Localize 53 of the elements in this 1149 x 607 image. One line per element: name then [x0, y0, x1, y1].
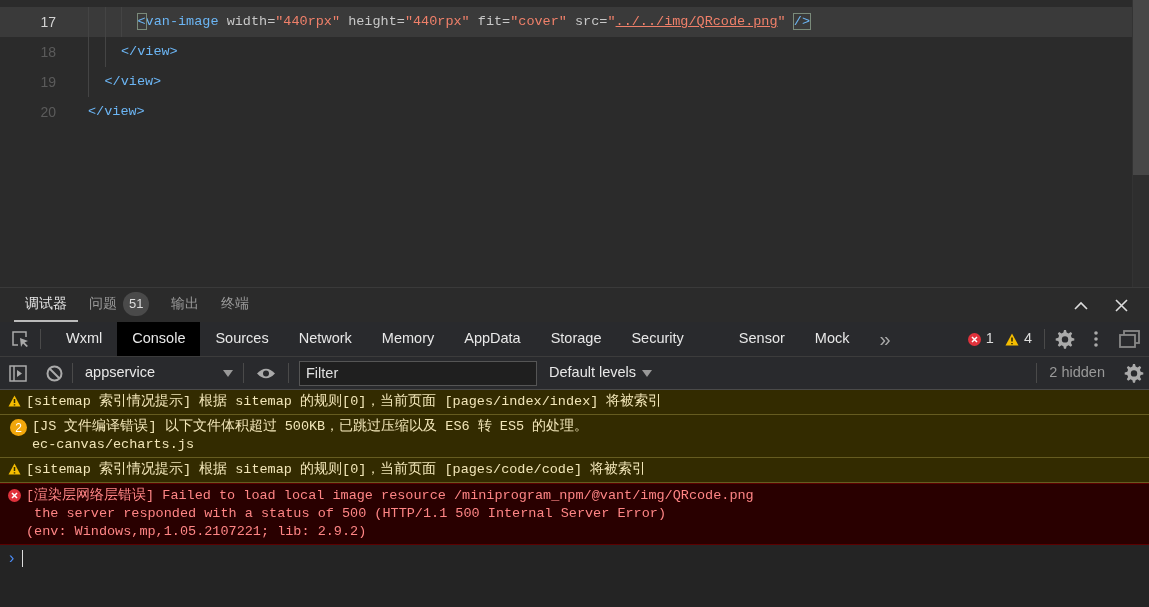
message-text: ec-canvas/echarts.js	[32, 436, 196, 454]
code-line: </view>	[121, 42, 178, 61]
message-text: (env: Windows,mp,1.05.2107221; lib: 2.9.2)	[26, 523, 368, 541]
settings-icon[interactable]	[1053, 328, 1075, 350]
message-text: [JS 文件编译错误] 以下文件体积超过 500KB，已跳过压缩以及 ES6 转 ES5 的处理。	[32, 418, 589, 436]
prompt-chevron: ›	[9, 548, 15, 568]
scrollbar[interactable]	[1132, 0, 1149, 287]
message-text: [sitemap 索引情况提示] 根据 sitemap 的规则[0]，当前页面 [pages/code/code] 将被索引	[26, 461, 647, 479]
devtools-tab[interactable]: Memory	[366, 322, 450, 356]
code-line: </view>	[104, 72, 162, 91]
settings-icon[interactable]	[1122, 362, 1144, 384]
devtools-tab[interactable]: Storage	[535, 322, 617, 356]
message-text: [sitemap 索引情况提示] 根据 sitemap 的规则[0]，当前页面 [pages/index/index] 将被索引	[26, 393, 663, 411]
devtools-tab[interactable]: Console	[117, 322, 201, 356]
devtools-tab[interactable]: Wxml	[51, 322, 118, 356]
warning-count: 4	[1023, 329, 1032, 349]
close-icon[interactable]	[1114, 298, 1128, 312]
panel-tab[interactable]: 输出	[160, 288, 211, 322]
warning-icon	[8, 463, 21, 475]
code-line: </view>	[88, 102, 145, 121]
clear-icon[interactable]	[45, 364, 63, 382]
text-cursor	[22, 549, 24, 567]
windows-icon[interactable]	[1118, 330, 1140, 348]
devtools-tab[interactable]: Sensor	[698, 322, 800, 356]
filter-field[interactable]: Filter	[299, 360, 537, 386]
caret-icon	[642, 369, 653, 377]
panel-tab[interactable]: 终端	[210, 288, 261, 322]
sidebar-toggle-icon[interactable]	[9, 364, 27, 382]
devtools-tab[interactable]: Sources	[200, 322, 284, 356]
inspect-icon[interactable]	[10, 330, 30, 348]
chevron-up-icon[interactable]	[1074, 300, 1088, 310]
devtools-tab[interactable]: Security	[616, 322, 699, 356]
error-count: 1	[985, 329, 994, 349]
message-text: [渲染层网络层错误] Failed to load local image resource /miniprogram_npm/@vant/img/QRcode.png	[26, 487, 754, 505]
count-badge: 51	[123, 292, 150, 316]
caret-icon	[223, 369, 233, 377]
context-dropdown[interactable]: appservice	[73, 362, 243, 384]
warning-icon	[1004, 332, 1019, 346]
devtools-tab[interactable]: AppData	[449, 322, 536, 356]
hidden-count: 2 hidden	[1048, 363, 1106, 383]
line-number: 17	[39, 12, 56, 32]
message-text: the server responded with a status of 500 (HTTP/1.1 500 Internal Server Error)	[33, 505, 667, 523]
eye-icon[interactable]	[256, 366, 276, 380]
devtools-tab[interactable]: Network	[283, 322, 367, 356]
more-options-icon[interactable]	[1094, 331, 1098, 347]
error-icon	[967, 332, 981, 346]
devtools-tab[interactable]: Mock	[799, 322, 865, 356]
panel-tab[interactable]: 问题 51	[78, 288, 161, 322]
more-tabs-button[interactable]: »	[864, 322, 906, 356]
levels-dropdown[interactable]: Default levels	[537, 362, 663, 384]
warning-icon	[8, 395, 21, 407]
error-icon	[8, 489, 21, 502]
repeat-count: 2	[10, 419, 27, 436]
